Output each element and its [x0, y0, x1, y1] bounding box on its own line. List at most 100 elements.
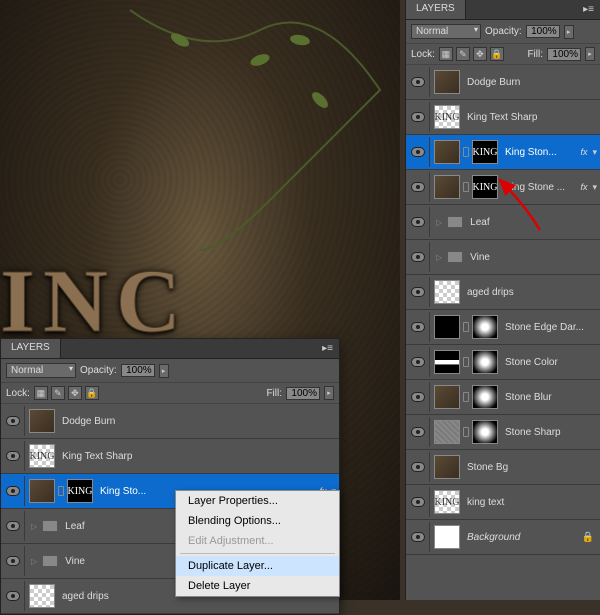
layer-row[interactable]: aged drips — [406, 275, 600, 310]
lock-transparency-icon-left[interactable]: ▦ — [34, 386, 48, 400]
layer-name-label[interactable]: Vine — [467, 252, 600, 263]
layer-row[interactable]: ▷Vine — [406, 240, 600, 275]
menu-item[interactable]: Duplicate Layer... — [176, 556, 339, 576]
layer-thumbnail[interactable]: KING — [67, 479, 93, 503]
layer-thumbnail[interactable] — [434, 420, 460, 444]
layers-tab-left[interactable]: LAYERS — [1, 339, 61, 358]
layer-name-label[interactable]: king text — [464, 497, 600, 508]
layer-row[interactable]: Stone Bg — [406, 450, 600, 485]
visibility-toggle[interactable] — [406, 522, 430, 552]
fill-input-left[interactable]: 100% — [286, 387, 320, 400]
layer-thumbnail[interactable] — [434, 70, 460, 94]
layer-row[interactable]: Stone Sharp — [406, 415, 600, 450]
layers-list[interactable]: Dodge Burn KING King Text Sharp KING King St… — [406, 65, 600, 600]
opacity-flyout-icon-left[interactable]: ▸ — [159, 364, 169, 378]
layer-row[interactable]: Background🔒 — [406, 520, 600, 555]
layer-row[interactable]: Stone Blur — [406, 380, 600, 415]
layer-name-label[interactable]: Stone Color — [502, 357, 600, 368]
layer-row[interactable]: KING King Text Sharp — [406, 100, 600, 135]
fill-input[interactable]: 100% — [547, 48, 581, 61]
layer-thumbnail[interactable]: KING — [434, 105, 460, 129]
fill-flyout-icon-left[interactable]: ▸ — [324, 386, 334, 400]
layer-name-label[interactable]: Background — [464, 532, 582, 543]
menu-item[interactable]: Delete Layer — [176, 576, 339, 596]
layer-row[interactable]: Dodge Burn — [406, 65, 600, 100]
layer-thumbnail[interactable] — [434, 525, 460, 549]
lock-position-icon-left[interactable]: ✥ — [68, 386, 82, 400]
layer-row[interactable]: KING king text — [406, 485, 600, 520]
visibility-toggle[interactable] — [406, 242, 430, 272]
layer-thumbnail[interactable] — [29, 409, 55, 433]
visibility-toggle[interactable] — [406, 347, 430, 377]
layer-name-label[interactable]: Dodge Burn — [464, 77, 600, 88]
layer-name-label[interactable]: King Text Sharp — [464, 112, 600, 123]
layer-thumbnail[interactable] — [472, 315, 498, 339]
visibility-toggle[interactable] — [406, 137, 430, 167]
visibility-toggle[interactable] — [406, 207, 430, 237]
opacity-flyout-icon[interactable]: ▸ — [564, 25, 574, 39]
visibility-toggle[interactable] — [1, 441, 25, 471]
menu-item[interactable]: Layer Properties... — [176, 491, 339, 511]
layer-thumbnail[interactable] — [472, 385, 498, 409]
fx-collapse-icon[interactable]: ▾ — [589, 147, 600, 158]
layer-name-label[interactable]: Dodge Burn — [59, 416, 339, 427]
lock-pixels-icon[interactable]: ✎ — [456, 47, 470, 61]
layer-thumbnail[interactable] — [434, 175, 460, 199]
layer-thumbnail[interactable] — [29, 479, 55, 503]
layer-name-label[interactable]: Stone Blur — [502, 392, 600, 403]
visibility-toggle[interactable] — [1, 546, 25, 576]
folder-disclosure-icon[interactable]: ▷ — [434, 218, 444, 227]
visibility-toggle[interactable] — [406, 102, 430, 132]
visibility-toggle[interactable] — [406, 417, 430, 447]
fx-collapse-icon[interactable]: ▾ — [589, 182, 600, 193]
visibility-toggle[interactable] — [406, 382, 430, 412]
layer-row[interactable]: Stone Edge Dar... — [406, 310, 600, 345]
layer-row[interactable]: KING King Ston...fx▾ — [406, 135, 600, 170]
layer-context-menu[interactable]: Layer Properties...Blending Options...Ed… — [175, 490, 340, 597]
blend-mode-select-left[interactable]: Normal — [6, 363, 76, 378]
layer-row[interactable]: Stone Color — [406, 345, 600, 380]
layer-name-label[interactable]: King Text Sharp — [59, 451, 339, 462]
visibility-toggle[interactable] — [406, 312, 430, 342]
folder-disclosure-icon[interactable]: ▷ — [29, 557, 39, 566]
menu-item[interactable]: Blending Options... — [176, 511, 339, 531]
layer-thumbnail[interactable]: KING — [29, 444, 55, 468]
blend-mode-select[interactable]: Normal — [411, 24, 481, 39]
fill-flyout-icon[interactable]: ▸ — [585, 47, 595, 61]
folder-disclosure-icon[interactable]: ▷ — [29, 522, 39, 531]
visibility-toggle[interactable] — [1, 511, 25, 541]
layer-thumbnail[interactable]: KING — [434, 490, 460, 514]
visibility-toggle[interactable] — [406, 487, 430, 517]
visibility-toggle[interactable] — [1, 406, 25, 436]
opacity-input[interactable]: 100% — [526, 25, 560, 38]
layer-name-label[interactable]: Stone Bg — [464, 462, 600, 473]
fx-badge-icon[interactable]: fx — [580, 182, 589, 192]
lock-all-icon[interactable]: 🔒 — [490, 47, 504, 61]
layer-name-label[interactable]: Stone Sharp — [502, 427, 600, 438]
layer-thumbnail[interactable] — [29, 584, 55, 608]
layer-name-label[interactable]: aged drips — [464, 287, 600, 298]
panel-menu-icon[interactable]: ▸≡ — [577, 0, 600, 19]
layer-name-label[interactable]: King Ston... — [502, 147, 580, 158]
visibility-toggle[interactable] — [406, 452, 430, 482]
opacity-input-left[interactable]: 100% — [121, 364, 155, 377]
layer-thumbnail[interactable]: KING — [472, 140, 498, 164]
layers-tab[interactable]: LAYERS — [406, 0, 466, 19]
lock-position-icon[interactable]: ✥ — [473, 47, 487, 61]
lock-pixels-icon-left[interactable]: ✎ — [51, 386, 65, 400]
visibility-toggle[interactable] — [406, 67, 430, 97]
layer-thumbnail[interactable] — [472, 350, 498, 374]
lock-all-icon-left[interactable]: 🔒 — [85, 386, 99, 400]
layer-thumbnail[interactable] — [472, 420, 498, 444]
visibility-toggle[interactable] — [406, 277, 430, 307]
layer-thumbnail[interactable] — [434, 315, 460, 339]
visibility-toggle[interactable] — [1, 581, 25, 611]
lock-transparency-icon[interactable]: ▦ — [439, 47, 453, 61]
layer-thumbnail[interactable] — [434, 455, 460, 479]
layer-row[interactable]: Dodge Burn — [1, 404, 339, 439]
fx-badge-icon[interactable]: fx — [580, 147, 589, 157]
layer-thumbnail[interactable] — [434, 350, 460, 374]
layer-thumbnail[interactable] — [434, 280, 460, 304]
layer-thumbnail[interactable] — [434, 140, 460, 164]
layer-row[interactable]: KING King Text Sharp — [1, 439, 339, 474]
